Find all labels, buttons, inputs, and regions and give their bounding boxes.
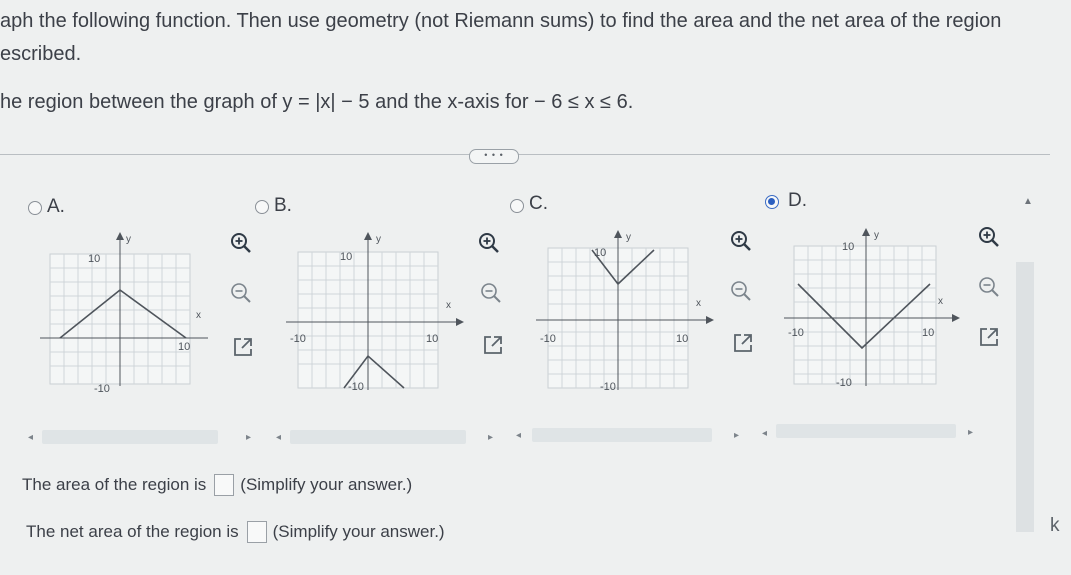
graph-option-c: y x 10 -10 -10 10 [536, 230, 714, 393]
scrollbar-a[interactable] [42, 430, 218, 444]
zoom-out-icon[interactable] [730, 280, 752, 302]
area-answer-row: The area of the region is (Simplify your… [22, 474, 412, 496]
graph-option-b: y x 10 -10 -10 10 [286, 232, 464, 393]
vertical-scrollbar[interactable] [1016, 262, 1034, 532]
ok-button-fragment[interactable]: k [1050, 515, 1060, 537]
option-a-radio[interactable] [28, 201, 42, 215]
section-divider [0, 154, 1050, 155]
zoom-out-icon[interactable] [230, 282, 252, 304]
svg-text:-10: -10 [290, 333, 306, 345]
svg-text:-10: -10 [540, 333, 556, 345]
scroll-right-arrow-c[interactable]: ▸ [734, 430, 739, 441]
zoom-out-icon[interactable] [480, 282, 502, 304]
net-area-answer-input[interactable] [246, 521, 267, 543]
graph-option-d: y x 10 -10 -10 10 [784, 228, 960, 389]
x-tick-10: 10 [178, 341, 190, 353]
more-options-button[interactable]: • • • [469, 149, 519, 164]
option-d-label[interactable]: D. [788, 190, 807, 212]
scrollbar-c[interactable] [532, 428, 712, 442]
scroll-left-arrow-d[interactable]: ◂ [762, 428, 767, 439]
zoom-in-icon[interactable] [730, 230, 752, 252]
scroll-right-arrow-a[interactable]: ▸ [246, 432, 251, 443]
scroll-right-arrow-b[interactable]: ▸ [488, 432, 493, 443]
option-b-radio[interactable] [255, 200, 269, 214]
scrollbar-d[interactable] [776, 424, 956, 438]
svg-text:y: y [874, 230, 879, 241]
question-text-line-2: escribed. [0, 43, 82, 65]
scroll-up-arrow[interactable]: ▲ [1023, 196, 1033, 207]
region-description: he region between the graph of y = |x| −… [0, 91, 634, 113]
svg-text:x: x [938, 296, 943, 307]
option-d-radio[interactable] [765, 195, 779, 209]
svg-text:10: 10 [594, 247, 606, 259]
scroll-left-arrow-a[interactable]: ◂ [28, 432, 33, 443]
y-tick-neg10: -10 [94, 383, 110, 395]
popout-icon[interactable] [978, 326, 1000, 348]
zoom-in-icon[interactable] [478, 232, 500, 254]
area-label: The area of the region is [22, 475, 207, 494]
zoom-in-icon[interactable] [978, 226, 1000, 248]
svg-text:10: 10 [922, 327, 934, 339]
scroll-left-arrow-b[interactable]: ◂ [276, 432, 281, 443]
graph-option-a: y x 10 -10 10 [40, 232, 208, 395]
zoom-out-icon[interactable] [978, 276, 1000, 298]
scroll-left-arrow-c[interactable]: ◂ [516, 430, 521, 441]
svg-text:y: y [376, 234, 381, 245]
svg-text:-10: -10 [348, 381, 364, 393]
svg-text:-10: -10 [600, 381, 616, 393]
svg-text:x: x [696, 298, 701, 309]
net-area-label: The net area of the region is [26, 522, 239, 541]
option-c-label[interactable]: C. [529, 193, 548, 215]
zoom-in-icon[interactable] [230, 232, 252, 254]
option-b-label[interactable]: B. [274, 195, 292, 217]
y-tick-10: 10 [88, 253, 100, 265]
option-a-label[interactable]: A. [47, 196, 65, 218]
x-axis-label: x [196, 310, 201, 321]
scrollbar-b[interactable] [290, 430, 466, 444]
svg-text:x: x [446, 300, 451, 311]
svg-text:-10: -10 [788, 327, 804, 339]
area-answer-input[interactable] [214, 474, 235, 496]
popout-icon[interactable] [482, 334, 504, 356]
svg-text:10: 10 [676, 333, 688, 345]
popout-icon[interactable] [232, 336, 254, 358]
svg-text:-10: -10 [836, 377, 852, 389]
option-c-radio[interactable] [510, 199, 524, 213]
svg-text:10: 10 [340, 251, 352, 263]
question-text-line-1: aph the following function. Then use geo… [0, 10, 1002, 32]
net-area-hint: (Simplify your answer.) [272, 522, 445, 541]
area-hint: (Simplify your answer.) [240, 475, 413, 494]
svg-text:y: y [626, 232, 631, 243]
y-axis-label: y [126, 234, 131, 245]
popout-icon[interactable] [732, 332, 754, 354]
scroll-right-arrow-d[interactable]: ▸ [968, 427, 973, 438]
svg-text:10: 10 [426, 333, 438, 345]
svg-text:10: 10 [842, 241, 854, 253]
net-area-answer-row: The net area of the region is (Simplify … [26, 521, 445, 543]
